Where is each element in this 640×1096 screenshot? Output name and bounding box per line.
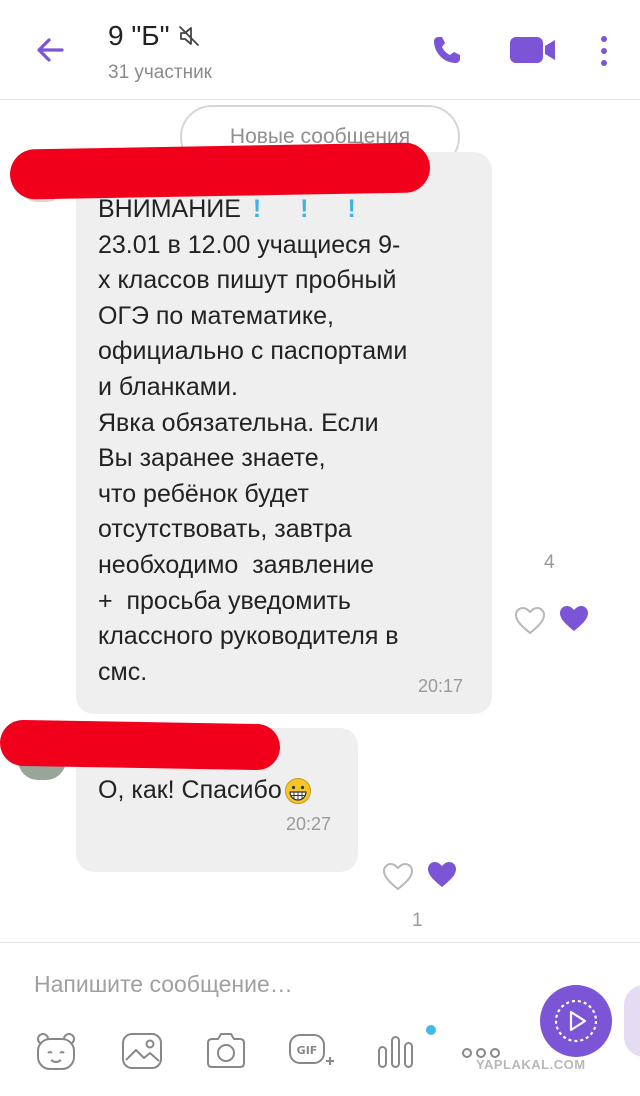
- like-outline-icon[interactable]: [382, 862, 414, 892]
- svg-text:GIF: GIF: [297, 1044, 318, 1057]
- message-composer: Напишите сообщение… GIF YAPLAKAL.COM: [0, 942, 640, 1096]
- message-line: официально с паспортами: [98, 337, 408, 366]
- participants-count: 31 участник: [108, 62, 212, 83]
- message-line: О, как! Спасибо: [98, 776, 282, 804]
- message-timestamp: 20:17: [418, 676, 464, 696]
- message-line: х классов пишут пробный: [98, 266, 397, 295]
- like-outline-icon[interactable]: [514, 606, 546, 636]
- gif-icon[interactable]: GIF: [288, 1029, 334, 1073]
- camera-icon[interactable]: [204, 1029, 248, 1073]
- message-input[interactable]: Напишите сообщение…: [34, 971, 293, 998]
- chat-title[interactable]: 9 "Б": [108, 20, 170, 52]
- exclamation-marks: ! ! !: [252, 195, 372, 223]
- message-line: ОГЭ по математике,: [98, 301, 334, 330]
- like-count[interactable]: 1: [412, 910, 423, 932]
- heart-filled-icon[interactable]: [558, 604, 590, 634]
- more-options-icon[interactable]: [596, 34, 612, 68]
- sticker-bear-icon[interactable]: [34, 1029, 78, 1073]
- message-line: ВНИМАНИЕ! ! !: [98, 195, 372, 223]
- message-timestamp: 20:27: [286, 814, 332, 834]
- redacted-sender-name: [0, 719, 281, 771]
- muted-speaker-icon: [176, 23, 202, 49]
- message-text: ВНИМАНИЕ! ! ! 23.01 в 12.00 учащиеся 9- …: [98, 192, 478, 690]
- message-line: необходимо заявление: [98, 550, 374, 579]
- message-text: О, как! Спасибо: [98, 776, 312, 805]
- watermark-text: YAPLAKAL.COM: [476, 1057, 586, 1072]
- chat-title-wrap[interactable]: 9 "Б": [108, 20, 202, 52]
- back-arrow-icon[interactable]: [30, 30, 70, 70]
- poll-icon[interactable]: [374, 1029, 418, 1073]
- message-line: и бланками.: [98, 372, 238, 401]
- message-line: + просьба уведомить: [98, 586, 351, 615]
- heart-filled-icon[interactable]: [426, 860, 458, 890]
- notification-dot: [426, 1025, 436, 1035]
- message-line: что ребёнок будет: [98, 479, 309, 508]
- message-line: Вы заранее знаете,: [98, 444, 326, 473]
- extra-action-button[interactable]: [624, 985, 640, 1057]
- message-line: Явка обязательна. Если: [98, 408, 379, 437]
- phone-call-icon[interactable]: [430, 33, 464, 67]
- like-count[interactable]: 4: [544, 552, 555, 574]
- message-line: 23.01 в 12.00 учащиеся 9-: [98, 230, 401, 259]
- gallery-icon[interactable]: [120, 1029, 164, 1073]
- chat-header: 9 "Б" 31 участник: [0, 0, 640, 100]
- message-line: классного руководителя в: [98, 622, 399, 651]
- message-line: отсутствовать, завтра: [98, 515, 352, 544]
- grinning-face-icon: [284, 777, 312, 805]
- send-button[interactable]: [540, 985, 612, 1057]
- video-call-icon[interactable]: [508, 34, 558, 66]
